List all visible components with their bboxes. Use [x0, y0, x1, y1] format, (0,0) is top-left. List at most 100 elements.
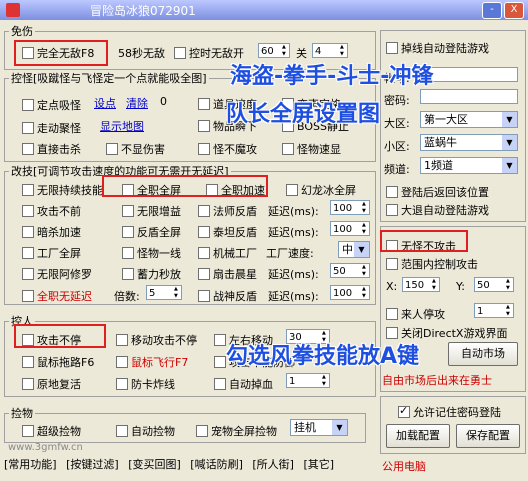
checkbox-box[interactable]	[22, 205, 34, 217]
factory-speed-select[interactable]: 中 ▼	[338, 241, 370, 258]
reflect-accel-checkbox[interactable]: 反盾全屏	[122, 224, 181, 240]
mouse-drag-checkbox[interactable]: 鼠标拖路F6	[22, 354, 94, 370]
minimize-button[interactable]: -	[482, 2, 502, 19]
big-return-login-checkbox[interactable]: 大退自动登陆游戏	[386, 202, 489, 218]
y-input[interactable]: 50	[474, 277, 514, 292]
tab-shout[interactable]: [喊话防刷]	[190, 458, 243, 471]
ctrl-value1-input[interactable]: 60	[258, 43, 290, 58]
checkbox-box[interactable]	[122, 247, 134, 259]
chevron-down-icon[interactable]: ▼	[332, 420, 347, 435]
taie-reflect-checkbox[interactable]: 泰坦反盾	[198, 224, 257, 240]
checkbox-box[interactable]	[174, 47, 186, 59]
unlimited-boost-checkbox[interactable]: 无限增益	[122, 203, 181, 219]
checkbox-box[interactable]	[22, 268, 34, 280]
checkbox-box[interactable]	[116, 378, 128, 390]
checkbox-box[interactable]	[22, 143, 34, 155]
move-attack-nonstop-checkbox[interactable]: 移动攻击不停	[116, 332, 197, 348]
chevron-down-icon[interactable]: ▼	[502, 135, 517, 150]
checkbox-box[interactable]	[22, 122, 34, 134]
checkbox-box[interactable]	[22, 99, 34, 111]
drop-auto-login-checkbox[interactable]: 掉线自动登陆游戏	[386, 40, 489, 56]
remember-pwd-checkbox[interactable]: 允许记住密码登陆	[398, 404, 501, 420]
delay2-input[interactable]: 100	[330, 221, 370, 236]
tab-key-filter[interactable]: [按键过滤]	[66, 458, 119, 471]
checkbox-box[interactable]	[198, 98, 210, 110]
checkbox-box[interactable]	[214, 334, 226, 346]
checkbox-box[interactable]	[22, 290, 34, 302]
mage-reflect-checkbox[interactable]: 法师反盾	[198, 203, 257, 219]
worker-screen-checkbox[interactable]: 工厂全屏	[22, 245, 81, 261]
checkbox-box[interactable]	[116, 425, 128, 437]
fixed-suck-checkbox[interactable]: 定点吸怪	[22, 97, 81, 113]
war-reflect-checkbox[interactable]: 战神反盾	[198, 288, 257, 304]
set-point-link[interactable]: 设点	[94, 95, 116, 111]
monster-speed-checkbox[interactable]: 怪物速显	[282, 141, 341, 157]
checkbox-box[interactable]	[286, 184, 298, 196]
fan-morning-checkbox[interactable]: 扇击晨星	[198, 266, 257, 282]
origin-revive-checkbox[interactable]: 原地复活	[22, 376, 81, 392]
checkbox-box[interactable]	[386, 258, 398, 270]
someone-value-input[interactable]: 1	[474, 303, 514, 318]
someone-stop-checkbox[interactable]: 来人停攻	[386, 306, 445, 322]
no-hurt-checkbox[interactable]: 不显伤害	[106, 141, 165, 157]
tab-common[interactable]: [常用功能]	[4, 458, 57, 471]
checkbox-box[interactable]	[198, 247, 210, 259]
show-map-label[interactable]: 显示地图	[100, 118, 144, 134]
mech-factory-checkbox[interactable]: 机械工厂	[198, 245, 257, 261]
tab-buy-return[interactable]: [变买回图]	[128, 458, 181, 471]
attack-no-forward-checkbox[interactable]: 攻击不前	[22, 203, 81, 219]
checkbox-box[interactable]	[22, 247, 34, 259]
checkbox-box[interactable]	[198, 120, 210, 132]
checkbox-box[interactable]	[196, 425, 208, 437]
walk-gather-checkbox[interactable]: 走动聚怪	[22, 120, 81, 136]
channel-select[interactable]: 1频道 ▼	[420, 157, 518, 174]
checkbox-box[interactable]	[198, 290, 210, 302]
unlimited-amulet-checkbox[interactable]: 无限阿修罗	[22, 266, 92, 282]
login-return-pos-checkbox[interactable]: 登陆后返回该位置	[386, 184, 489, 200]
checkbox-box[interactable]	[122, 205, 134, 217]
checkbox-box[interactable]	[106, 143, 118, 155]
district-select[interactable]: 蓝蜗牛 ▼	[420, 134, 518, 151]
checkbox-box[interactable]	[386, 42, 398, 54]
checkbox-box[interactable]	[386, 308, 398, 320]
range-ctrl-checkbox[interactable]: 范围内控制攻击	[386, 256, 478, 272]
pickup-mode-select[interactable]: 挂机 ▼	[290, 419, 348, 436]
checkbox-box[interactable]	[198, 143, 210, 155]
clear-point-link[interactable]: 清除	[126, 95, 148, 111]
pet-screen-pick-checkbox[interactable]: 宠物全屏捡物	[196, 423, 277, 439]
checkbox-box[interactable]	[122, 226, 134, 238]
save-config-button[interactable]: 保存配置	[456, 424, 520, 448]
checkbox-box[interactable]	[22, 226, 34, 238]
phantom-ice-checkbox[interactable]: 幻龙冰全屏	[286, 182, 356, 198]
drop-value-input[interactable]: 1	[286, 373, 330, 388]
multiplier-input[interactable]: 5	[146, 285, 182, 300]
checkbox-box[interactable]	[22, 425, 34, 437]
show-map-link[interactable]: 显示地图	[100, 118, 144, 134]
clear-point-label[interactable]: 清除	[126, 95, 148, 111]
checkbox-box[interactable]	[198, 226, 210, 238]
auto-drop-checkbox[interactable]: 自动掉血	[214, 376, 273, 392]
chevron-down-icon[interactable]: ▼	[354, 242, 369, 257]
load-config-button[interactable]: 加载配置	[386, 424, 450, 448]
checkbox-box[interactable]	[116, 356, 128, 368]
chevron-down-icon[interactable]: ▼	[502, 112, 517, 127]
checkbox-box[interactable]	[214, 356, 226, 368]
checkbox-box[interactable]	[398, 404, 410, 418]
monster-no-atk-checkbox[interactable]: 怪不魔攻	[198, 141, 257, 157]
checkbox-box[interactable]	[386, 186, 398, 198]
ctrl-value2-input[interactable]: 4	[312, 43, 348, 58]
super-pick-checkbox[interactable]: 超级捡物	[22, 423, 81, 439]
anti-card-crash-checkbox[interactable]: 防卡炸线	[116, 376, 175, 392]
monster-line-checkbox[interactable]: 怪物一线	[122, 245, 181, 261]
checkbox-box[interactable]	[282, 143, 294, 155]
password-input[interactable]	[420, 89, 518, 104]
checkbox-box[interactable]	[116, 334, 128, 346]
direct-kill-checkbox[interactable]: 直接击杀	[22, 141, 81, 157]
tab-other[interactable]: [其它]	[303, 458, 334, 471]
dark-accel-checkbox[interactable]: 暗杀加速	[22, 224, 81, 240]
checkbox-box[interactable]	[22, 378, 34, 390]
checkbox-box[interactable]	[214, 378, 226, 390]
delay4-input[interactable]: 100	[330, 285, 370, 300]
chevron-down-icon[interactable]: ▼	[502, 158, 517, 173]
account-input[interactable]	[420, 67, 518, 82]
